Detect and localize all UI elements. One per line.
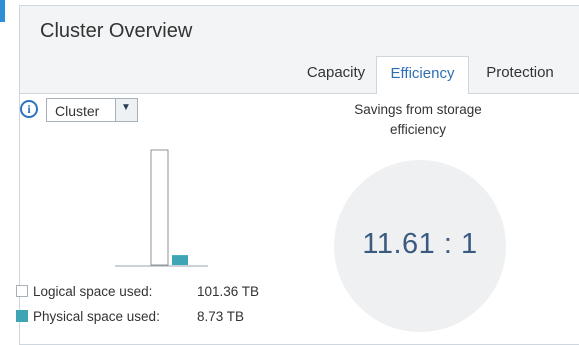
legend-value-logical: 101.36 TB: [197, 284, 260, 299]
left-accent-bar: [0, 0, 5, 22]
legend-swatch-logical: [16, 285, 28, 297]
savings-label-line2: efficiency: [389, 122, 447, 137]
tab-efficiency[interactable]: Efficiency: [376, 56, 469, 94]
efficiency-ratio-value: 11.61 : 1: [362, 228, 478, 260]
legend-value-physical: 8.73 TB: [197, 309, 245, 324]
scope-select-button[interactable]: ▼: [115, 99, 137, 121]
savings-label-line1: Savings from storage: [354, 102, 482, 117]
scope-select[interactable]: Cluster ▼: [46, 98, 138, 122]
info-icon[interactable]: i: [20, 100, 38, 118]
space-bar-chart: [115, 149, 208, 267]
scope-select-value: Cluster: [55, 103, 100, 119]
legend-swatch-physical: [16, 310, 28, 322]
chevron-down-icon: ▼: [121, 102, 131, 113]
legend-label-physical: Physical space used:: [33, 309, 160, 324]
bar-logical-space: [150, 149, 169, 266]
efficiency-ratio-circle: 11.61 : 1: [334, 160, 506, 332]
panel-title: Cluster Overview: [40, 20, 193, 42]
bar-physical-space: [172, 255, 188, 265]
panel-header: Cluster Overview Capacity Efficiency Pro…: [20, 6, 579, 94]
tab-capacity[interactable]: Capacity: [297, 56, 375, 93]
legend-label-logical: Logical space used:: [33, 284, 153, 299]
savings-label: Savings from storage efficiency: [348, 100, 488, 140]
tab-protection[interactable]: Protection: [472, 56, 568, 93]
